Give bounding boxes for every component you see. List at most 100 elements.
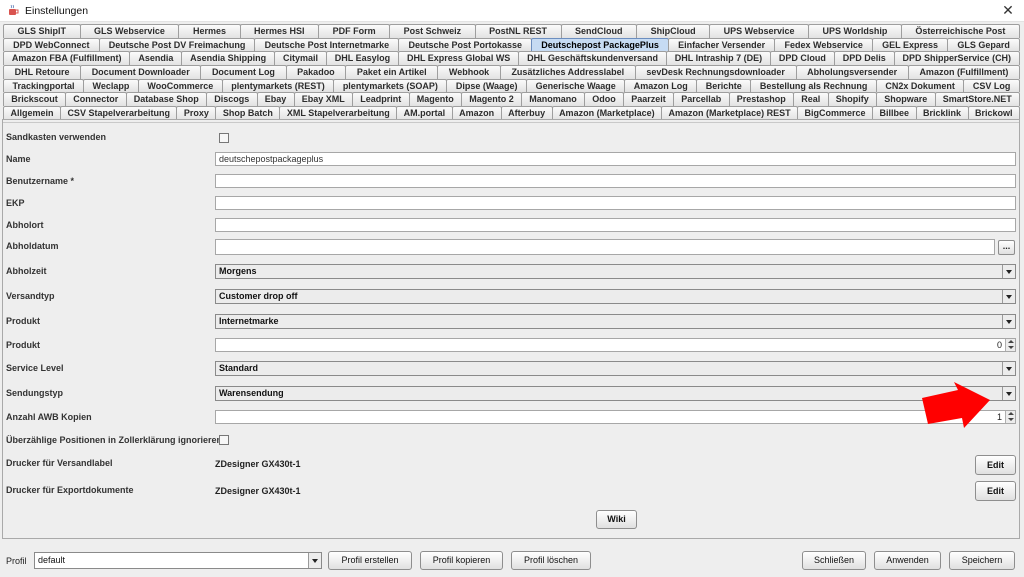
tab-afterbuy[interactable]: Afterbuy xyxy=(500,106,553,120)
abholort-input[interactable] xyxy=(215,218,1016,232)
profil-loeschen-button[interactable]: Profil löschen xyxy=(511,551,591,570)
tab-asendia-shipping[interactable]: Asendia Shipping xyxy=(181,51,276,66)
tab-parcellab[interactable]: Parcellab xyxy=(673,92,730,107)
tab-amazon-marketplace[interactable]: Amazon (Marketplace) xyxy=(551,106,663,120)
tab-gel-express[interactable]: GEL Express xyxy=(872,37,949,52)
tab-paket-ein-artikel[interactable]: Paket ein Artikel xyxy=(345,65,439,79)
edit-versand-button[interactable]: Edit xyxy=(975,455,1016,475)
tab-ups-webservice[interactable]: UPS Webservice xyxy=(709,24,809,38)
edit-export-button[interactable]: Edit xyxy=(975,481,1016,501)
produkt-spinner[interactable]: 0 xyxy=(215,338,1016,352)
tab-document-downloader[interactable]: Document Downloader xyxy=(80,65,202,79)
tab-ebay[interactable]: Ebay xyxy=(256,92,295,107)
chevron-down-icon[interactable] xyxy=(308,553,321,568)
tab-gls-shipit[interactable]: GLS ShipIT xyxy=(3,24,81,38)
tab-document-log[interactable]: Document Log xyxy=(200,65,287,79)
tab-leadprint[interactable]: Leadprint xyxy=(352,92,410,107)
tab-ebay-xml[interactable]: Ebay XML xyxy=(293,92,354,107)
tab-brickscout[interactable]: Brickscout xyxy=(3,92,67,107)
tab-shipcloud[interactable]: ShipCloud xyxy=(636,24,711,38)
tab-csv-stapelverarbeitung[interactable]: CSV Stapelverarbeitung xyxy=(59,106,178,120)
tab-plentymarkets-rest[interactable]: plentymarkets (REST) xyxy=(221,78,335,93)
chevron-down-icon[interactable] xyxy=(1002,387,1015,400)
tab-ups-worldship[interactable]: UPS Worldship xyxy=(808,24,902,38)
service-level-select[interactable]: Standard xyxy=(215,361,1016,376)
tab-trackingportal[interactable]: Trackingportal xyxy=(3,78,85,93)
tab-woocommerce[interactable]: WooCommerce xyxy=(137,78,223,93)
anwenden-button[interactable]: Anwenden xyxy=(874,551,941,570)
produkt-select[interactable]: Internetmarke xyxy=(215,314,1016,329)
speichern-button[interactable]: Speichern xyxy=(949,551,1015,570)
tab-smartstore-net[interactable]: SmartStore.NET xyxy=(934,92,1021,107)
tab-deutsche-post-dv-freimachung[interactable]: Deutsche Post DV Freimachung xyxy=(98,37,256,52)
tab-post-schweiz[interactable]: Post Schweiz xyxy=(389,24,476,38)
chevron-down-icon[interactable] xyxy=(1002,362,1015,375)
tab-paarzeit[interactable]: Paarzeit xyxy=(622,92,674,107)
profil-erstellen-button[interactable]: Profil erstellen xyxy=(328,551,412,570)
profil-select[interactable]: default xyxy=(34,552,322,569)
tab-plentymarkets-soap[interactable]: plentymarkets (SOAP) xyxy=(333,78,448,93)
tab-dpd-cloud[interactable]: DPD Cloud xyxy=(770,51,835,66)
zoll-checkbox[interactable] xyxy=(219,435,229,445)
awb-spinner[interactable]: 1 xyxy=(215,410,1016,424)
tab-billbee[interactable]: Billbee xyxy=(872,106,917,120)
tab-bestellung-als-rechnung[interactable]: Bestellung als Rechnung xyxy=(750,78,877,93)
tab-dhl-intraship-7-de[interactable]: DHL Intraship 7 (DE) xyxy=(665,51,772,66)
tab-connector[interactable]: Connector xyxy=(65,92,127,107)
tab-shopify[interactable]: Shopify xyxy=(827,92,878,107)
tab-deutsche-post-internetmarke[interactable]: Deutsche Post Internetmarke xyxy=(254,37,400,52)
tab-amazon-log[interactable]: Amazon Log xyxy=(624,78,698,93)
wiki-button[interactable]: Wiki xyxy=(596,510,637,529)
spinner-arrows-icon[interactable] xyxy=(1005,339,1015,351)
tab-real[interactable]: Real xyxy=(793,92,829,107)
tab-amazon-marketplace-rest[interactable]: Amazon (Marketplace) REST xyxy=(661,106,799,120)
tab-amazon[interactable]: Amazon xyxy=(451,106,502,120)
tab-am-portal[interactable]: AM.portal xyxy=(396,106,453,120)
abholdatum-input[interactable] xyxy=(215,239,995,255)
tab-webhook[interactable]: Webhook xyxy=(437,65,501,79)
tab-shop-batch[interactable]: Shop Batch xyxy=(215,106,281,120)
tab-deutschepost-packageplus[interactable]: Deutschepost PackagePlus xyxy=(531,37,669,52)
tab-bricklink[interactable]: Bricklink xyxy=(915,106,969,120)
tab-dipse-waage[interactable]: Dipse (Waage) xyxy=(446,78,528,93)
profil-kopieren-button[interactable]: Profil kopieren xyxy=(420,551,503,570)
tab-allgemein[interactable]: Allgemein xyxy=(3,106,61,120)
tab-citymail[interactable]: Citymail xyxy=(274,51,327,66)
tab-dpd-webconnect[interactable]: DPD WebConnect xyxy=(3,37,100,52)
tab-sendcloud[interactable]: SendCloud xyxy=(560,24,638,38)
chevron-down-icon[interactable] xyxy=(1002,315,1015,328)
tab-dhl-geschäftskundenversand[interactable]: DHL Geschäftskundenversand xyxy=(518,51,667,66)
tab-pdf-form[interactable]: PDF Form xyxy=(318,24,391,38)
tab-weclapp[interactable]: Weclapp xyxy=(83,78,139,93)
benutzername-input[interactable] xyxy=(215,174,1016,188)
tab-gls-webservice[interactable]: GLS Webservice xyxy=(79,24,180,38)
tab-deutsche-post-portokasse[interactable]: Deutsche Post Portokasse xyxy=(398,37,533,52)
tab-hermes[interactable]: Hermes xyxy=(178,24,241,38)
close-icon[interactable]: ✕ xyxy=(1000,2,1016,18)
spinner-arrows-icon[interactable] xyxy=(1005,411,1015,423)
ekp-input[interactable] xyxy=(215,196,1016,210)
tab-österreichische-post[interactable]: Österreichische Post xyxy=(900,24,1020,38)
tab-berichte[interactable]: Berichte xyxy=(696,78,752,93)
tab-odoo[interactable]: Odoo xyxy=(584,92,624,107)
tab-asendia[interactable]: Asendia xyxy=(129,51,183,66)
tab-magento-2[interactable]: Magento 2 xyxy=(461,92,522,107)
tab-dpd-shipperservice-ch[interactable]: DPD ShipperService (CH) xyxy=(893,51,1020,66)
schliessen-button[interactable]: Schließen xyxy=(802,551,866,570)
sandkasten-checkbox[interactable] xyxy=(219,133,229,143)
tab-amazon-fulfillment[interactable]: Amazon (Fulfillment) xyxy=(907,65,1021,79)
versandtyp-select[interactable]: Customer drop off xyxy=(215,289,1016,304)
tab-hermes-hsi[interactable]: Hermes HSI xyxy=(239,24,320,38)
tab-fedex-webservice[interactable]: Fedex Webservice xyxy=(774,37,874,52)
tab-abholungsversender[interactable]: Abholungsversender xyxy=(795,65,909,79)
tab-sevdesk-rechnungsdownloader[interactable]: sevDesk Rechnungsdownloader xyxy=(634,65,797,79)
tab-prestashop[interactable]: Prestashop xyxy=(728,92,795,107)
name-input[interactable]: deutschepostpackageplus xyxy=(215,152,1016,166)
tab-proxy[interactable]: Proxy xyxy=(176,106,217,120)
date-picker-button[interactable]: ... xyxy=(998,240,1015,255)
tab-dhl-easylog[interactable]: DHL Easylog xyxy=(325,51,400,66)
tab-database-shop[interactable]: Database Shop xyxy=(125,92,208,107)
tab-brickowl[interactable]: Brickowl xyxy=(967,106,1020,120)
tab-postnl-rest[interactable]: PostNL REST xyxy=(474,24,562,38)
sendungstyp-select[interactable]: Warensendung xyxy=(215,386,1016,401)
